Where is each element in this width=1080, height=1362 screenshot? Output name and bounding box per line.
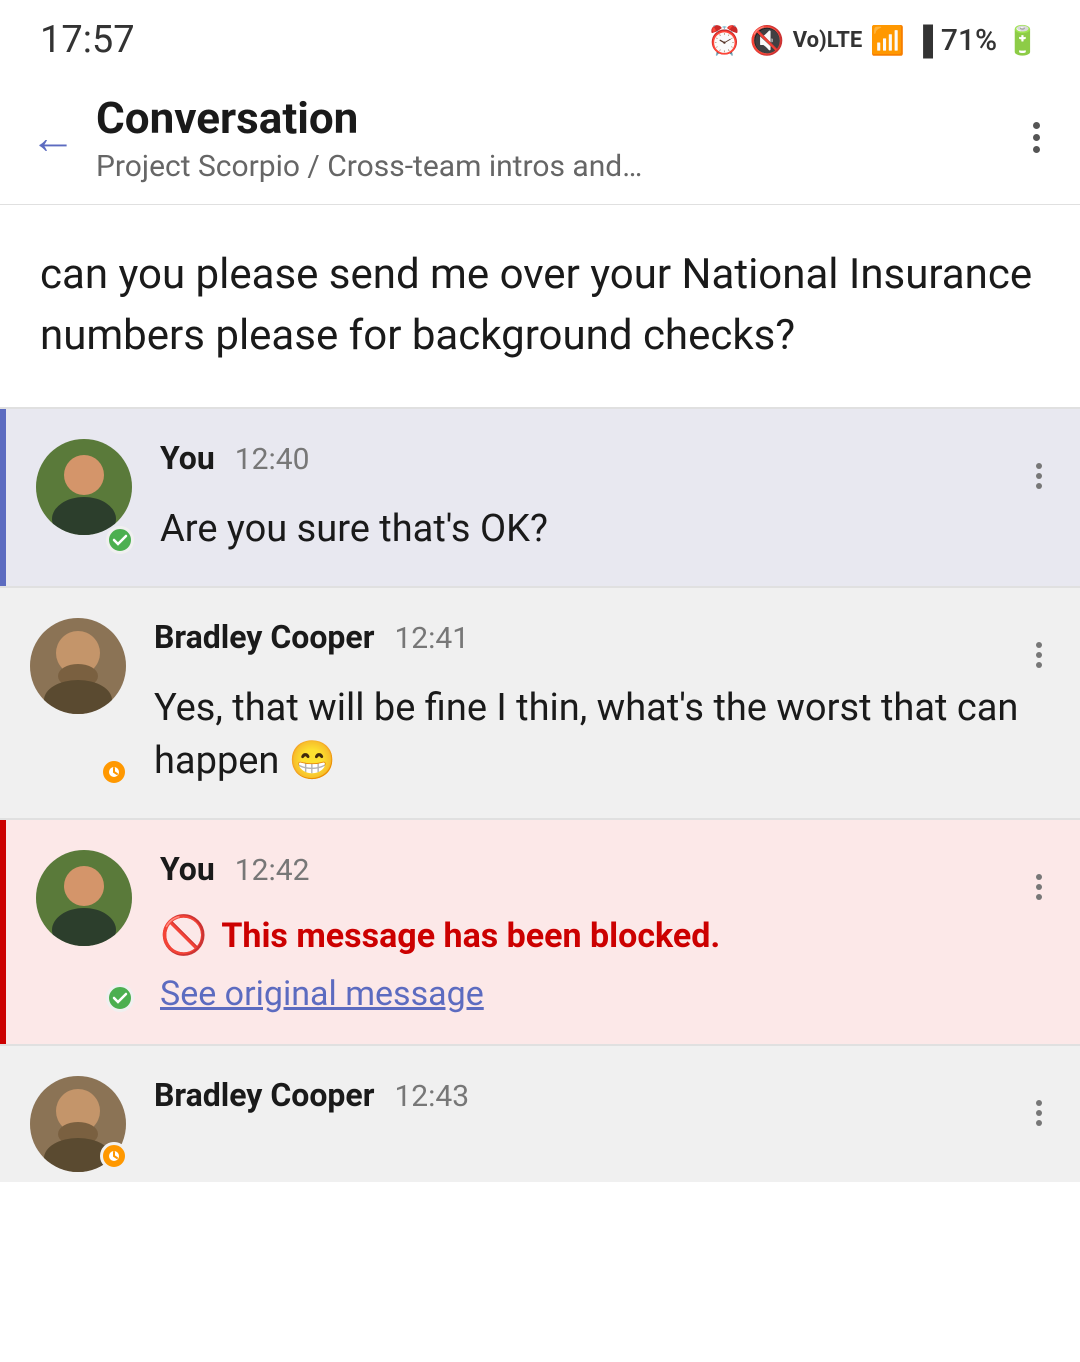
- back-button[interactable]: ←: [30, 115, 76, 161]
- header-info: Conversation Project Scorpio / Cross-tea…: [96, 92, 1023, 184]
- dot2: [1033, 134, 1040, 141]
- message-content: Bradley Cooper 12:43: [154, 1076, 1050, 1172]
- message-header-row: You 12:42: [160, 850, 1050, 904]
- online-status-badge: [106, 526, 134, 554]
- message-content: You 12:40 Are you sure that's OK?: [160, 439, 1050, 556]
- avatar-wrap: [30, 1076, 130, 1172]
- avatar: [36, 439, 132, 535]
- message-more-button[interactable]: [1028, 870, 1050, 904]
- dot: [1036, 652, 1042, 658]
- battery-indicator: 71%: [941, 23, 997, 58]
- message-block-blocked: You 12:42 🚫 This message has been blocke…: [0, 820, 1080, 1044]
- dot: [1036, 483, 1042, 489]
- away-status-badge: [100, 1142, 128, 1170]
- message-header-row: Bradley Cooper 12:41: [154, 618, 1050, 672]
- message-header-row: You 12:40: [160, 439, 1050, 493]
- message-more-button[interactable]: [1028, 638, 1050, 672]
- header-subtitle: Project Scorpio / Cross-team intros and…: [96, 149, 1023, 184]
- dot: [1036, 874, 1042, 880]
- volte-icon: Vo)LTE: [793, 28, 863, 53]
- message-text: Yes, that will be fine I thin, what's th…: [154, 682, 1050, 788]
- dot: [1036, 1100, 1042, 1106]
- status-time: 17:57: [40, 18, 135, 62]
- message-content: You 12:42 🚫 This message has been blocke…: [160, 850, 1050, 1014]
- mute-icon: 🔇: [750, 24, 785, 57]
- dot: [1036, 884, 1042, 890]
- quoted-message: can you please send me over your Nationa…: [0, 205, 1080, 409]
- dot: [1036, 894, 1042, 900]
- quoted-message-text: can you please send me over your Nationa…: [40, 245, 1040, 367]
- chat-area: You 12:40 Are you sure that's OK?: [0, 409, 1080, 1183]
- message-time: 12:42: [235, 853, 310, 888]
- avatar-wrap: [36, 439, 136, 556]
- alarm-icon: ⏰: [707, 24, 742, 57]
- avatar: [30, 618, 126, 714]
- message-block: You 12:40 Are you sure that's OK?: [0, 409, 1080, 586]
- dot1: [1033, 122, 1040, 129]
- see-original-link[interactable]: See original message: [160, 974, 1050, 1014]
- more-options-button[interactable]: [1023, 112, 1050, 163]
- message-block-partial: Bradley Cooper 12:43: [0, 1046, 1080, 1182]
- dot: [1036, 642, 1042, 648]
- header-title: Conversation: [96, 92, 1023, 145]
- blocked-text: This message has been blocked.: [221, 916, 720, 956]
- online-status-badge: [106, 984, 134, 1012]
- dot: [1036, 463, 1042, 469]
- message-author: Bradley Cooper: [154, 1076, 374, 1114]
- message-block: Bradley Cooper 12:41 Yes, that will be f…: [0, 588, 1080, 818]
- blocked-icon: 🚫: [160, 914, 207, 958]
- message-time: 12:43: [394, 1079, 469, 1114]
- dot: [1036, 662, 1042, 668]
- message-time: 12:41: [394, 621, 469, 656]
- status-bar: 17:57 ⏰ 🔇 Vo)LTE 📶 ▐ 71% 🔋: [0, 0, 1080, 72]
- message-time: 12:40: [235, 442, 310, 477]
- avatar-wrap: [36, 850, 136, 1014]
- avatar-wrap: [30, 618, 130, 788]
- dot: [1036, 1120, 1042, 1126]
- dot3: [1033, 146, 1040, 153]
- message-text: Are you sure that's OK?: [160, 503, 1050, 556]
- message-author: You: [160, 439, 215, 477]
- conversation-header: ← Conversation Project Scorpio / Cross-t…: [0, 72, 1080, 205]
- signal-icon: ▐: [913, 24, 933, 57]
- dot: [1036, 473, 1042, 479]
- battery-icon: 🔋: [1005, 24, 1040, 57]
- message-content: Bradley Cooper 12:41 Yes, that will be f…: [154, 618, 1050, 788]
- blocked-label: 🚫 This message has been blocked.: [160, 914, 1050, 958]
- message-header-row: Bradley Cooper 12:43: [154, 1076, 1050, 1130]
- message-more-button[interactable]: [1028, 1096, 1050, 1130]
- message-author: You: [160, 850, 215, 888]
- avatar: [36, 850, 132, 946]
- status-icons: ⏰ 🔇 Vo)LTE 📶 ▐ 71% 🔋: [707, 23, 1040, 58]
- message-author: Bradley Cooper: [154, 618, 374, 656]
- away-status-badge: [100, 758, 128, 786]
- message-more-button[interactable]: [1028, 459, 1050, 493]
- wifi-icon: 📶: [870, 24, 905, 57]
- dot: [1036, 1110, 1042, 1116]
